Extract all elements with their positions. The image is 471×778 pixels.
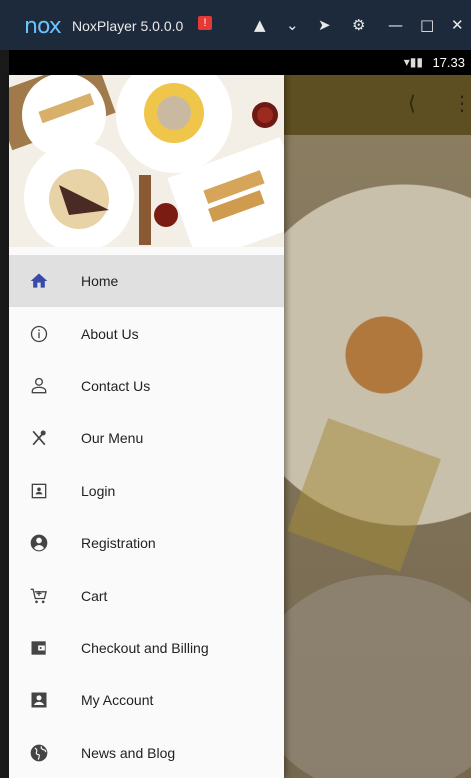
emulator-left-edge <box>0 50 9 778</box>
drawer-item-label: Home <box>81 273 119 290</box>
drawer-header-image <box>9 75 284 247</box>
account-circle-icon <box>27 531 51 555</box>
account-box-icon <box>27 688 51 712</box>
drawer-item-label: Registration <box>81 535 156 552</box>
pin-icon[interactable]: ➤ <box>318 16 331 34</box>
minimize-icon[interactable]: — <box>388 16 403 34</box>
chevron-down-icon[interactable]: ⌄ <box>286 16 299 34</box>
contact-card-icon <box>27 479 51 503</box>
drawer-item-login[interactable]: Login <box>9 465 284 517</box>
android-status-bar: ▾▮▮ 17.33 <box>9 50 471 75</box>
status-time: 17.33 <box>432 55 465 70</box>
food-dish <box>284 575 471 778</box>
app-toolbar: ⟨ ⋮ <box>284 75 471 135</box>
share-icon[interactable]: ⟨ <box>408 91 416 115</box>
drawer-item-contact-us[interactable]: Contact Us <box>9 360 284 412</box>
drawer-item-cart[interactable]: Cart <box>9 569 284 621</box>
signal-icon: ▾▮▮ <box>403 55 423 69</box>
emulator-window: nox NoxPlayer 5.0.0.0 ! ▲ ⌄ ➤ ⚙ — □ ✕ ▾▮… <box>0 0 471 778</box>
drawer-item-our-menu[interactable]: Our Menu <box>9 412 284 464</box>
drawer-item-label: My Account <box>81 692 154 709</box>
drawer-item-label: Contact Us <box>81 377 151 394</box>
gear-icon[interactable]: ⚙ <box>352 16 365 34</box>
food-background-image <box>284 135 471 778</box>
drawer-item-about-us[interactable]: About Us <box>9 307 284 359</box>
drawer-item-news-blog[interactable]: News and Blog <box>9 727 284 778</box>
navigation-drawer: Home About Us Contact Us Our Menu Login … <box>9 75 284 778</box>
person-outline-icon <box>27 374 51 398</box>
food-platter-image <box>9 75 284 247</box>
info-icon <box>27 322 51 346</box>
maximize-icon[interactable]: □ <box>420 16 434 34</box>
drawer-item-label: Checkout and Billing <box>81 639 209 656</box>
drawer-item-my-account[interactable]: My Account <box>9 674 284 726</box>
wallet-icon <box>27 636 51 660</box>
drawer-menu: Home About Us Contact Us Our Menu Login … <box>9 255 284 778</box>
emulator-titlebar: nox NoxPlayer 5.0.0.0 ! ▲ ⌄ ➤ ⚙ — □ ✕ <box>0 0 471 50</box>
utensils-icon <box>27 426 51 450</box>
drawer-item-label: About Us <box>81 325 139 342</box>
cart-icon <box>27 584 51 608</box>
drawer-item-checkout-billing[interactable]: Checkout and Billing <box>9 622 284 674</box>
shirt-icon[interactable]: ▲ <box>254 16 266 34</box>
app-content-behind-drawer[interactable]: ⟨ ⋮ <box>284 75 471 778</box>
window-title: NoxPlayer 5.0.0.0 <box>72 18 184 34</box>
drawer-item-label: Login <box>81 482 116 499</box>
globe-icon <box>27 741 51 765</box>
alert-badge[interactable]: ! <box>198 16 212 30</box>
drawer-item-registration[interactable]: Registration <box>9 517 284 569</box>
drawer-item-label: Cart <box>81 587 108 604</box>
drawer-item-home[interactable]: Home <box>9 255 284 308</box>
more-vert-icon[interactable]: ⋮ <box>452 91 471 115</box>
drawer-item-label: News and Blog <box>81 744 176 761</box>
food-garnish <box>287 418 441 572</box>
nox-logo: nox <box>24 14 62 39</box>
close-icon[interactable]: ✕ <box>451 16 464 34</box>
drawer-item-label: Our Menu <box>81 430 144 447</box>
home-icon <box>27 269 51 293</box>
